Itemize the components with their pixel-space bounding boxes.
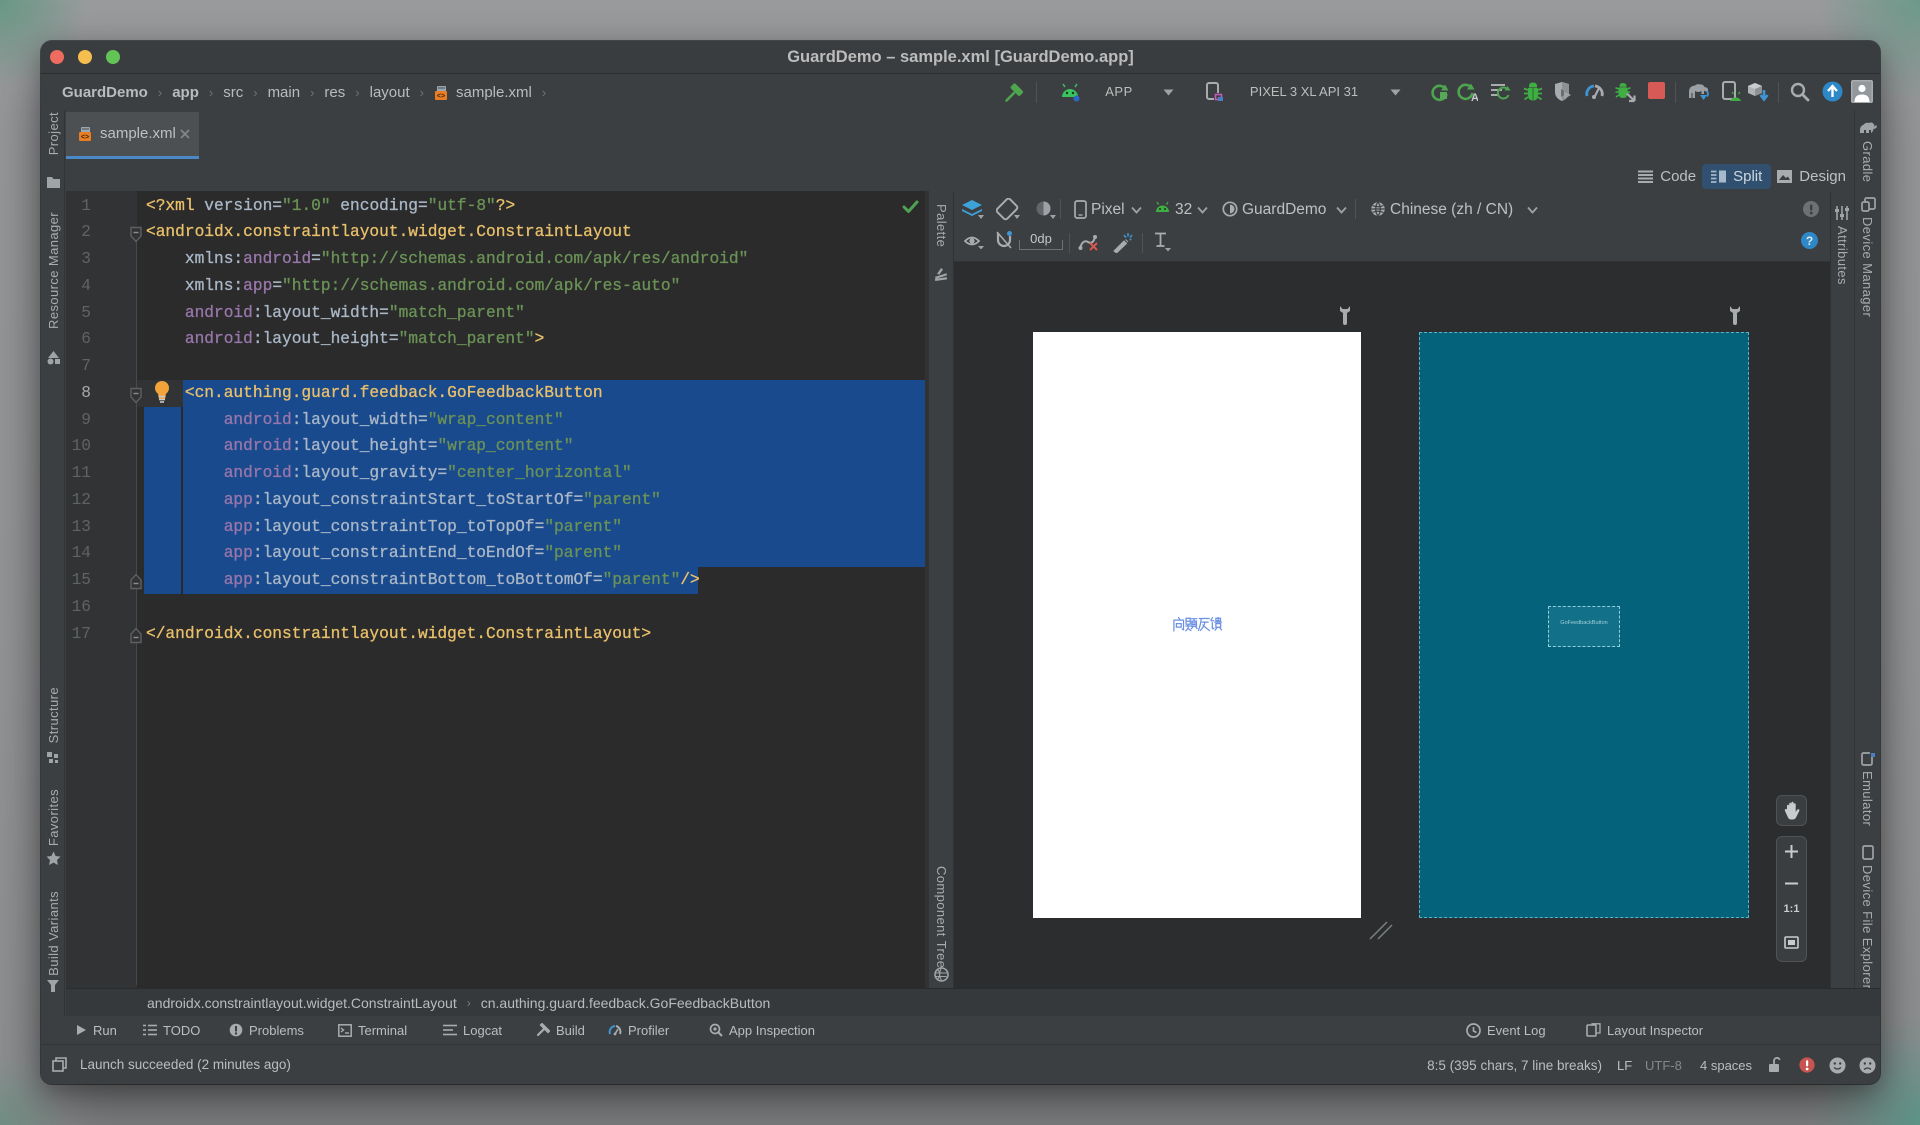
svg-text:?: ? bbox=[1806, 234, 1813, 248]
svg-text:<>: <> bbox=[437, 93, 445, 100]
svg-text:<>: <> bbox=[81, 134, 89, 141]
svg-text:A: A bbox=[1471, 92, 1478, 102]
